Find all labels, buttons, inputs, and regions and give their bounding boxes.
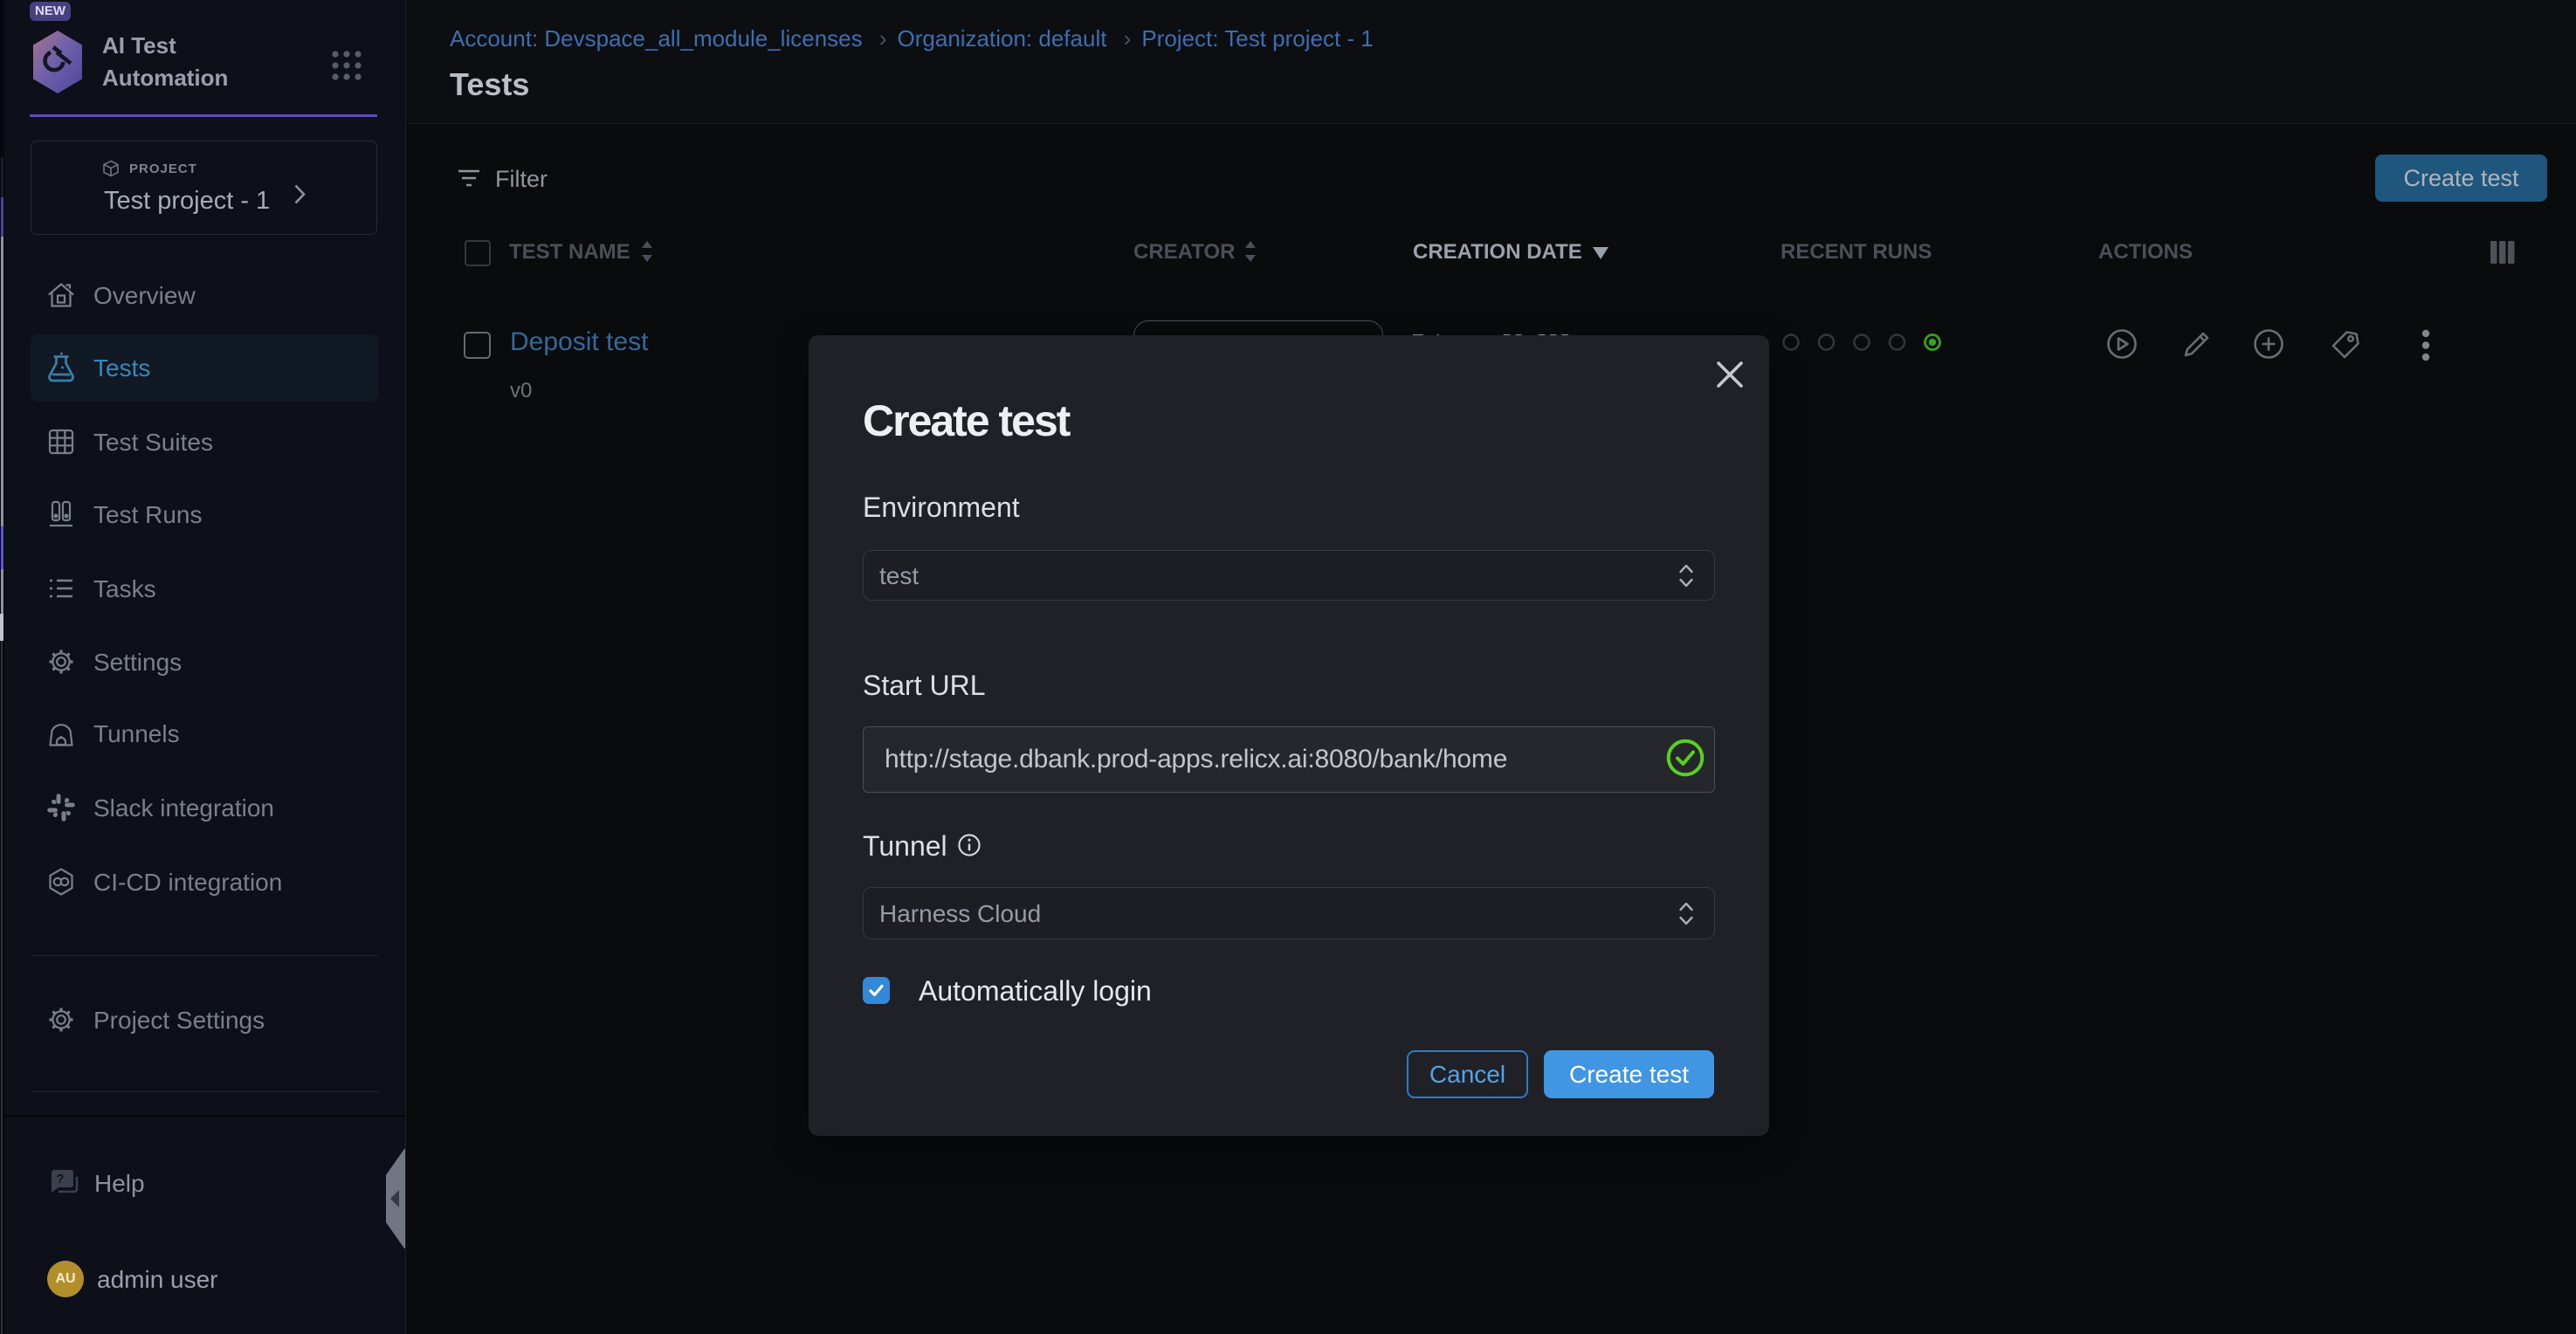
svg-text:?: ? — [56, 1172, 64, 1186]
